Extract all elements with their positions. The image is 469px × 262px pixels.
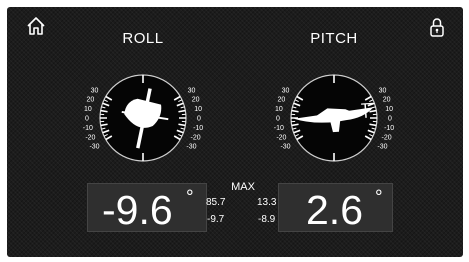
- roll-value-panel: -9.6 °: [87, 183, 207, 233]
- gauge-tick-label: -20: [276, 135, 286, 142]
- gauge-tick-label: 0: [388, 116, 392, 123]
- gauge-tick-label: 10: [84, 106, 92, 113]
- attitude-screen: ROLL PITCH 30 30 20 20 10 10 0 0 -10 -10 -20 -20 -30…: [7, 7, 463, 257]
- pitch-min-value: -8.9: [258, 214, 276, 225]
- pitch-title: PITCH: [310, 30, 358, 47]
- gauge-tick-label: -20: [191, 135, 201, 142]
- home-icon: [27, 17, 45, 35]
- gauge-tick-label: -20: [85, 135, 95, 142]
- gauge-tick-label: -30: [377, 144, 387, 151]
- gauge-tick-label: 10: [275, 106, 283, 113]
- gauge-tick-label: 20: [192, 96, 200, 103]
- lock-icon: [430, 18, 444, 37]
- home-button[interactable]: [25, 15, 47, 37]
- pitch-unit: °: [375, 187, 383, 208]
- gauge-tick-label: -10: [274, 125, 284, 132]
- gauge-tick-label: -20: [382, 135, 392, 142]
- gauge-tick-label: 30: [188, 88, 196, 95]
- pitch-max-value: 13.3: [257, 197, 277, 208]
- roll-min-value: -9.7: [207, 214, 225, 225]
- roll-max-value: 85.7: [206, 197, 226, 208]
- gauge-tick-label: 0: [276, 116, 280, 123]
- gauge-tick-label: 10: [194, 106, 202, 113]
- pitch-value-panel: 2.6 °: [278, 183, 393, 233]
- gauge-tick-label: -30: [280, 144, 290, 151]
- gauge-tick-label: 30: [379, 88, 387, 95]
- gauge-tick-label: 0: [197, 116, 201, 123]
- roll-unit: °: [186, 187, 194, 208]
- gauge-tick-label: 30: [282, 88, 290, 95]
- gauge-tick-label: 20: [383, 96, 391, 103]
- gauge-tick-label: 30: [91, 88, 99, 95]
- roll-value: -9.6: [102, 187, 173, 233]
- gauge-tick-label: 20: [86, 96, 94, 103]
- gauge-tick-label: -10: [193, 125, 203, 132]
- gauge-tick-label: 20: [277, 96, 285, 103]
- gauge-tick-label: 0: [85, 116, 89, 123]
- lock-button[interactable]: [426, 16, 448, 38]
- pitch-gauge: 30 30 20 20 10 10 0 0 -10 -10 -20 -20 -30 -30: [269, 53, 399, 183]
- gauge-tick-label: -30: [89, 144, 99, 151]
- gauge-tick-label: 10: [385, 106, 393, 113]
- gauge-tick-label: -10: [384, 125, 394, 132]
- max-title: MAX: [231, 181, 255, 193]
- gauge-tick-label: -10: [83, 125, 93, 132]
- pitch-value: 2.6: [306, 187, 363, 233]
- roll-gauge: 30 30 20 20 10 10 0 0 -10 -10 -20 -20 -30 -30: [78, 53, 208, 183]
- roll-title: ROLL: [122, 30, 164, 47]
- gauge-tick-label: -30: [186, 144, 196, 151]
